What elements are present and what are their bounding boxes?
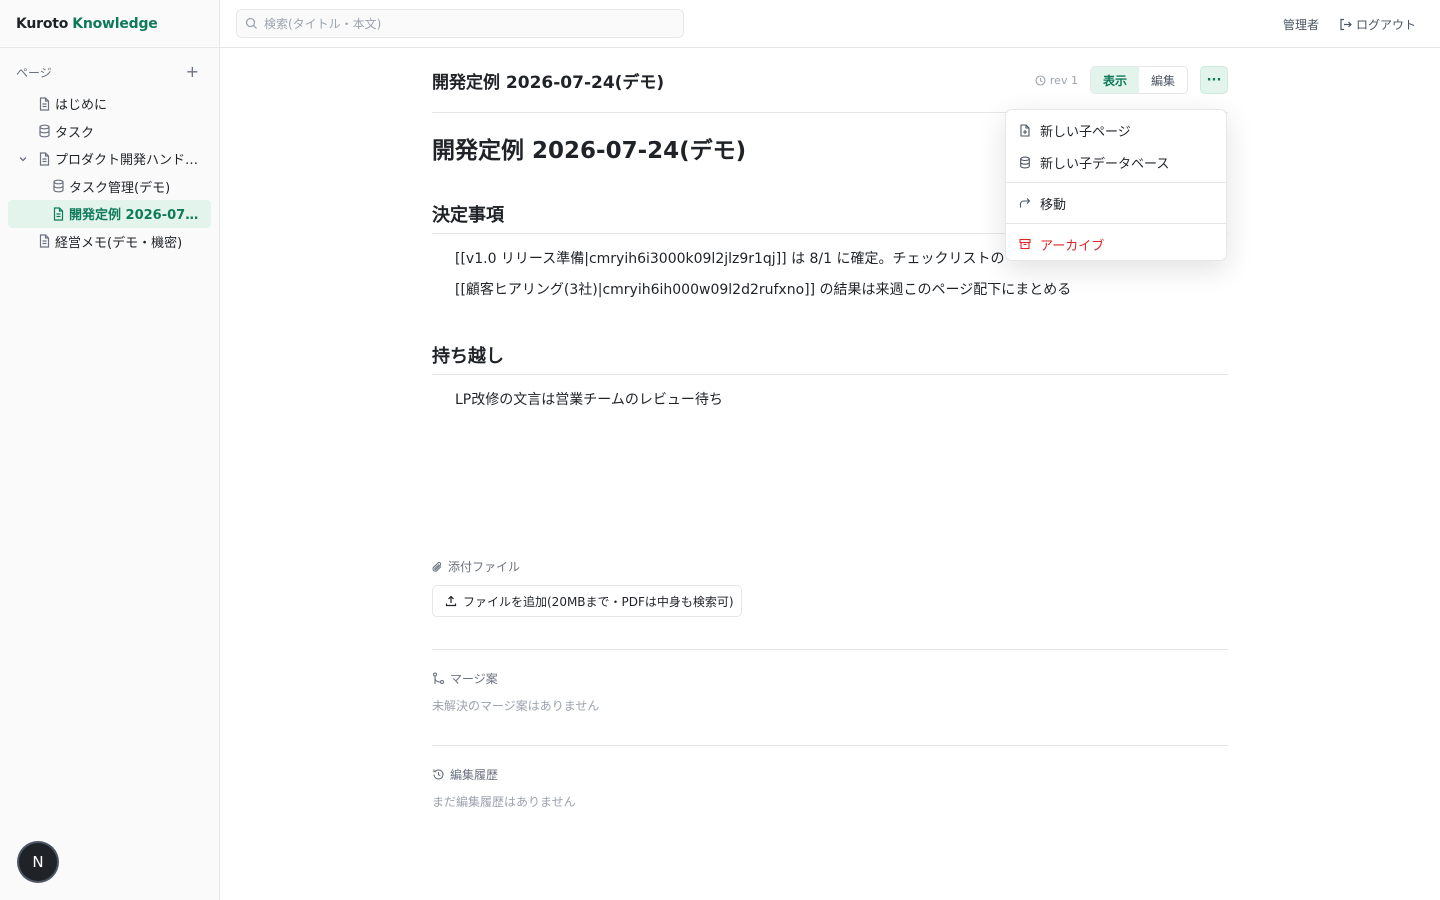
revision-label: rev 1 — [1049, 73, 1078, 87]
paragraph-line: [[顧客ヒアリング(3社)|cmryih6ih000w09l2d2rufxno]… — [455, 282, 1072, 298]
sidebar-item-dev-meeting[interactable]: 開発定例 2026-07-24(デモ) — [8, 200, 211, 228]
edit-history-label: 編集履歴 — [450, 768, 499, 782]
chevron-down-icon[interactable] — [16, 154, 30, 164]
sidebar-item-label: タスク — [55, 125, 95, 141]
document-icon — [36, 233, 52, 249]
brand-name-primary: Kuroto — [16, 15, 69, 32]
logout-icon — [1339, 18, 1352, 31]
menu-item-new-child-database[interactable]: 新しい子データベース — [1006, 146, 1226, 178]
add-page-icon[interactable]: + — [186, 64, 199, 80]
sidebar-item-task-management[interactable]: タスク管理(デモ) — [8, 173, 211, 201]
file-plus-icon — [1018, 123, 1032, 137]
search-icon — [245, 17, 258, 30]
merge-proposals-empty: 未解決のマージ案はありません — [432, 699, 600, 713]
pages-section-header: ページ + — [0, 60, 219, 84]
paragraph-line: LP改修の文言は営業チームのレビュー待ち — [455, 392, 723, 408]
git-merge-icon — [432, 672, 445, 685]
document-icon — [36, 151, 52, 167]
page-header: 開発定例 2026-07-24(デモ) rev 1 表示 編集 ··· — [432, 48, 1228, 113]
forward-arrow-icon — [1018, 197, 1032, 209]
search-input[interactable] — [264, 16, 664, 31]
menu-item-move[interactable]: 移動 — [1006, 187, 1226, 219]
menu-item-label: 新しい子データベース — [1040, 156, 1170, 172]
logout-button[interactable]: ログアウト — [1339, 16, 1416, 33]
archive-icon — [1018, 238, 1032, 250]
page-tree: はじめに タスク プロダクト開発ハンドブック タスク管理(デモ) — [0, 90, 219, 255]
add-file-button[interactable]: ファイルを追加(20MBまで・PDFは中身も検索可) — [432, 585, 742, 617]
brand-name-accent: Knowledge — [72, 15, 158, 32]
edit-history-section: 編集履歴 まだ編集履歴はありません — [432, 745, 1228, 810]
menu-item-new-child-page[interactable]: 新しい子ページ — [1006, 114, 1226, 146]
avatar[interactable]: N — [19, 843, 57, 881]
user-name[interactable]: 管理者 — [1283, 16, 1319, 33]
pages-section-label: ページ — [16, 65, 52, 80]
more-options-button[interactable]: ··· — [1200, 66, 1228, 94]
sidebar-item-label: はじめに — [55, 98, 108, 114]
section-heading-carryover: 持ち越し — [432, 342, 1228, 375]
document-icon — [36, 96, 52, 112]
merge-proposals-label: マージ案 — [450, 672, 498, 686]
sidebar-item-handbook[interactable]: プロダクト開発ハンドブック — [8, 145, 211, 173]
sidebar-item-label: タスク管理(デモ) — [69, 180, 171, 196]
carryover-content: LP改修の文言は営業チームのレビュー待ち — [432, 385, 1228, 416]
sidebar-item-management-memo[interactable]: 経営メモ(デモ・機密) — [8, 228, 211, 256]
menu-divider — [1006, 182, 1226, 183]
brand-logo[interactable]: Kuroto Knowledge — [0, 0, 219, 48]
view-edit-toggle: 表示 編集 — [1089, 66, 1188, 94]
page-actions: rev 1 表示 編集 ··· — [1035, 66, 1228, 94]
sidebar-item-label: プロダクト開発ハンドブック — [55, 153, 200, 169]
sidebar-item-intro[interactable]: はじめに — [8, 90, 211, 118]
edit-history-empty: まだ編集履歴はありません — [432, 795, 576, 809]
sidebar: Kuroto Knowledge ページ + はじめに タスク プロダクト開発ハ… — [0, 0, 220, 900]
edit-history-header: 編集履歴 — [432, 766, 1228, 783]
database-icon — [1018, 156, 1032, 169]
menu-item-label: アーカイブ — [1040, 238, 1105, 254]
paperclip-icon — [432, 561, 443, 573]
user-area: 管理者 ログアウト — [1283, 0, 1416, 48]
sidebar-item-tasks[interactable]: タスク — [8, 118, 211, 146]
database-icon — [50, 178, 66, 194]
attachments-label: 添付ファイル — [448, 560, 521, 574]
clock-icon — [1035, 74, 1046, 86]
add-file-label: ファイルを追加(20MBまで・PDFは中身も検索可) — [463, 594, 734, 609]
revision-indicator[interactable]: rev 1 — [1035, 74, 1078, 87]
top-bar: 管理者 ログアウト — [220, 0, 1440, 48]
edit-mode-button[interactable]: 編集 — [1139, 67, 1187, 93]
history-icon — [432, 768, 445, 781]
merge-proposals-section: マージ案 未解決のマージ案はありません — [432, 649, 1228, 745]
menu-item-label: 新しい子ページ — [1040, 124, 1131, 140]
menu-item-archive[interactable]: アーカイブ — [1006, 228, 1226, 260]
upload-icon — [445, 595, 457, 607]
sidebar-item-label: 経営メモ(デモ・機密) — [55, 235, 183, 251]
merge-proposals-header: マージ案 — [432, 670, 1228, 687]
document-icon — [50, 206, 66, 222]
attachments-header: 添付ファイル — [432, 558, 1228, 575]
search-box[interactable] — [236, 9, 684, 38]
view-mode-button[interactable]: 表示 — [1090, 67, 1139, 93]
menu-divider — [1006, 223, 1226, 224]
page-title: 開発定例 2026-07-24(デモ) — [432, 72, 665, 93]
menu-item-label: 移動 — [1040, 197, 1067, 213]
sidebar-item-label: 開発定例 2026-07-24(デモ) — [69, 208, 199, 224]
logout-label: ログアウト — [1355, 17, 1416, 32]
more-options-menu: 新しい子ページ 新しい子データベース 移動 アーカイブ — [1005, 109, 1227, 261]
database-icon — [36, 123, 52, 139]
